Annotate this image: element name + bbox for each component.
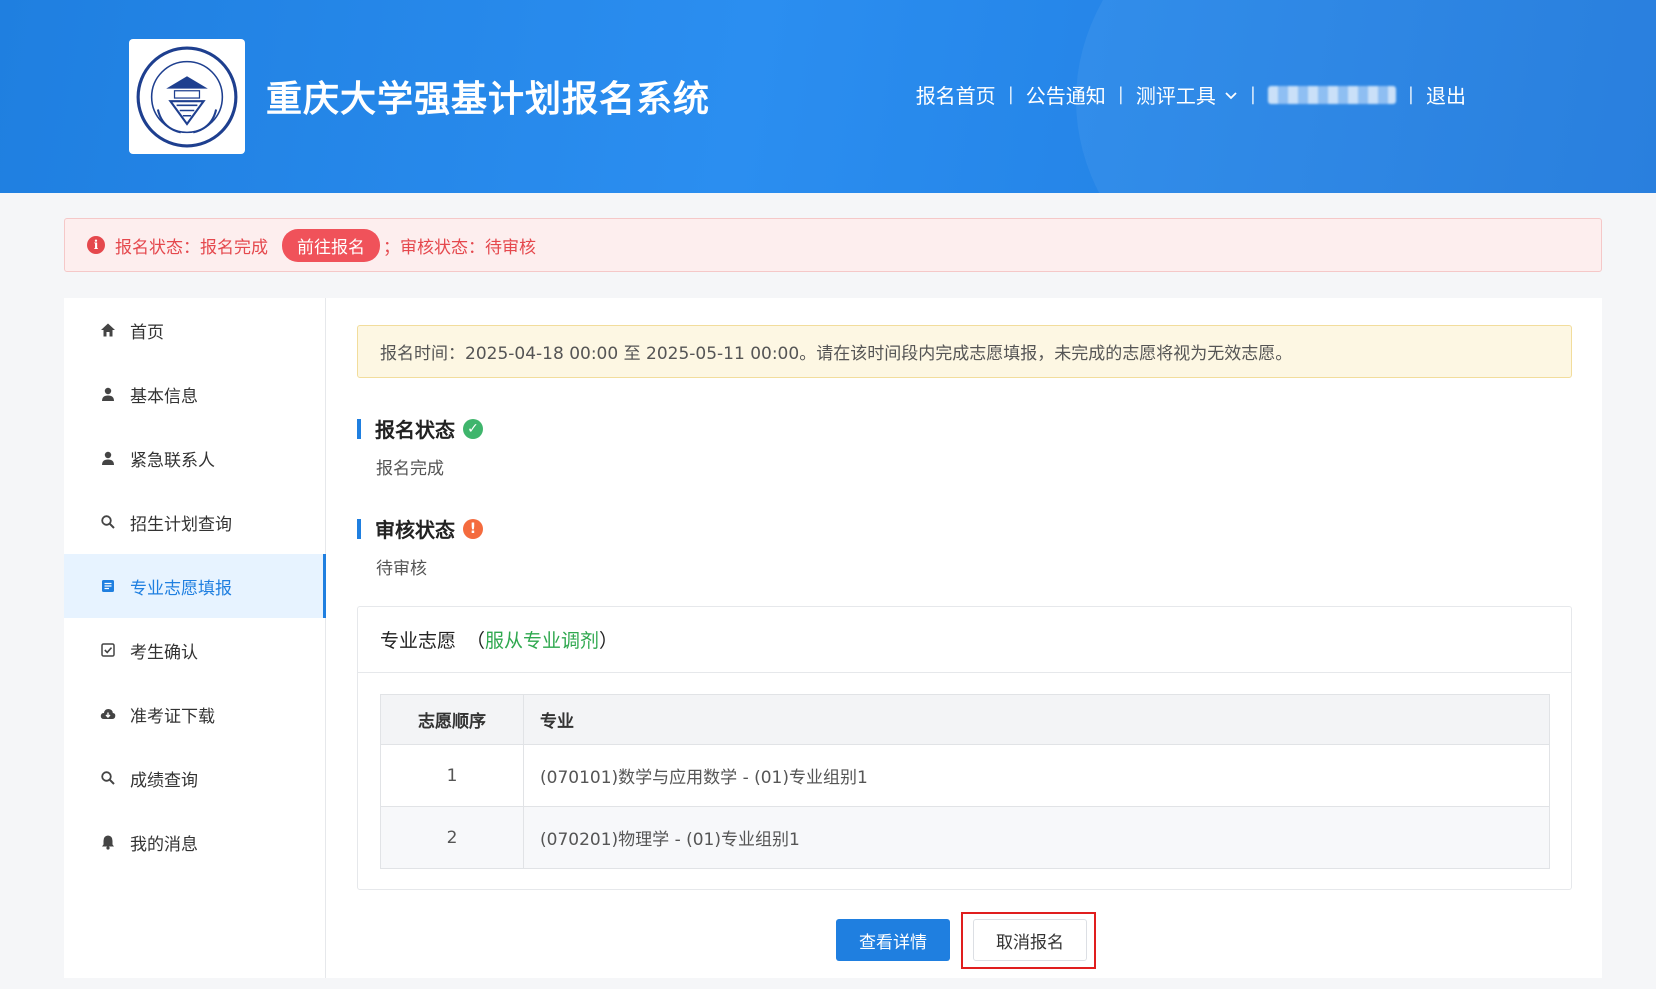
review-status-value: 待审核 <box>376 559 427 579</box>
row-major: (070101)数学与应用数学 - (01)专业组别1 <box>523 744 1550 807</box>
adjust-open-paren: （ <box>466 630 486 652</box>
user-icon <box>102 387 114 401</box>
title-accent-bar <box>357 418 361 439</box>
sidebar-item-major-preference[interactable]: 专业志愿填报 <box>64 554 326 618</box>
home-icon <box>101 323 115 337</box>
nav-home-link[interactable]: 报名首页 <box>916 80 996 109</box>
sidebar-item-home[interactable]: 首页 <box>64 298 325 362</box>
search-icon <box>101 771 115 785</box>
status-alert: i 报名状态：报名完成 前往报名 ；审核状态：待审核 <box>64 218 1602 272</box>
sidebar-item-admission-ticket[interactable]: 准考证下载 <box>64 682 325 746</box>
registration-status-label: 报名状态 <box>375 418 455 442</box>
sidebar: 首页 基本信息 紧急联系人 招生计划查询 专业志愿填报 考生确认 准考证下载 成… <box>64 298 326 978</box>
preference-table: 志愿顺序 专业 1 (070101)数学与应用数学 - (01)专业组别1 2 … <box>380 694 1550 869</box>
review-status-label: 审核状态 <box>375 518 455 542</box>
info-icon: i <box>87 236 105 254</box>
warning-circle-icon: ! <box>463 518 483 539</box>
registration-time-notice: 报名时间：2025-04-18 00:00 至 2025-05-11 00:00… <box>357 325 1572 378</box>
alert-reg-status: 报名状态：报名完成 <box>115 237 268 258</box>
row-order: 2 <box>380 806 524 869</box>
table-row: 1 (070101)数学与应用数学 - (01)专业组别1 <box>380 744 1550 807</box>
view-details-button[interactable]: 查看详情 <box>836 919 950 961</box>
row-order: 1 <box>380 744 524 807</box>
form-icon <box>102 580 114 592</box>
registration-status-title: 报名状态 ✓ <box>357 414 483 443</box>
content-area: 报名时间：2025-04-18 00:00 至 2025-05-11 00:00… <box>357 298 1572 978</box>
adjust-close-paren: ） <box>599 630 619 652</box>
nav-separator: | <box>1007 84 1014 105</box>
main-panel: 首页 基本信息 紧急联系人 招生计划查询 专业志愿填报 考生确认 准考证下载 成… <box>64 298 1602 978</box>
cloud-download-icon <box>100 709 116 719</box>
sidebar-item-label: 成绩查询 <box>130 770 198 791</box>
title-accent-bar <box>357 518 361 539</box>
registration-status-value: 报名完成 <box>376 459 444 479</box>
sidebar-item-label: 专业志愿填报 <box>130 578 232 599</box>
user-name-link[interactable] <box>1267 85 1396 104</box>
check-circle-icon: ✓ <box>463 418 483 439</box>
preference-title: 专业志愿 <box>380 630 457 652</box>
header-bar: 重庆大学强基计划报名系统 报名首页 | 公告通知 | 测评工具 | | 退出 <box>0 0 1656 193</box>
university-logo <box>129 39 245 154</box>
sidebar-item-basic-info[interactable]: 基本信息 <box>64 362 325 426</box>
column-header-order: 志愿顺序 <box>380 694 524 745</box>
logout-link[interactable]: 退出 <box>1426 80 1466 109</box>
university-seal-icon <box>136 46 238 147</box>
cancel-registration-button[interactable]: 取消报名 <box>973 919 1087 961</box>
nav-notice-link[interactable]: 公告通知 <box>1026 80 1106 109</box>
sidebar-item-label: 首页 <box>130 322 164 343</box>
sidebar-item-label: 准考证下载 <box>130 706 215 727</box>
nav-separator: | <box>1117 84 1124 105</box>
sidebar-item-label: 考生确认 <box>130 642 198 663</box>
search-icon <box>101 515 115 529</box>
action-buttons: 查看详情 取消报名 <box>357 912 1572 972</box>
blurred-username <box>1267 85 1396 104</box>
sidebar-item-score-query[interactable]: 成绩查询 <box>64 746 325 810</box>
sidebar-item-plan-query[interactable]: 招生计划查询 <box>64 490 325 554</box>
top-nav: 报名首页 | 公告通知 | 测评工具 | | 退出 <box>916 80 1466 109</box>
nav-tools-label: 测评工具 <box>1135 84 1216 108</box>
sidebar-item-confirm[interactable]: 考生确认 <box>64 618 325 682</box>
chevron-down-icon <box>1225 91 1237 99</box>
table-row: 2 (070201)物理学 - (01)专业组别1 <box>380 806 1550 869</box>
sidebar-item-label: 招生计划查询 <box>130 514 232 535</box>
site-title: 重庆大学强基计划报名系统 <box>266 79 711 120</box>
nav-separator: | <box>1407 84 1414 105</box>
table-header-row: 志愿顺序 专业 <box>380 694 1550 745</box>
go-register-button[interactable]: 前往报名 <box>282 228 380 262</box>
nav-tools-dropdown[interactable]: 测评工具 <box>1136 80 1238 109</box>
user-icon <box>102 451 114 465</box>
bell-icon <box>102 835 114 850</box>
sidebar-item-emergency-contact[interactable]: 紧急联系人 <box>64 426 325 490</box>
nav-separator: | <box>1249 84 1256 105</box>
sidebar-item-messages[interactable]: 我的消息 <box>64 810 325 874</box>
review-status-title: 审核状态 ! <box>357 514 483 543</box>
adjust-badge: 服从专业调剂 <box>485 630 600 652</box>
checkbox-icon <box>101 643 115 657</box>
sidebar-item-label: 基本信息 <box>130 386 198 407</box>
preference-card-header: 专业志愿 （ 服从专业调剂 ） <box>358 607 1571 673</box>
preference-card: 专业志愿 （ 服从专业调剂 ） 志愿顺序 专业 1 (070101)数学与应用数… <box>357 606 1572 890</box>
alert-review-status: ；审核状态：待审核 <box>383 237 536 258</box>
sidebar-item-label: 紧急联系人 <box>130 450 215 471</box>
sidebar-item-label: 我的消息 <box>130 834 198 855</box>
column-header-major: 专业 <box>523 694 1550 745</box>
row-major: (070201)物理学 - (01)专业组别1 <box>523 806 1550 869</box>
